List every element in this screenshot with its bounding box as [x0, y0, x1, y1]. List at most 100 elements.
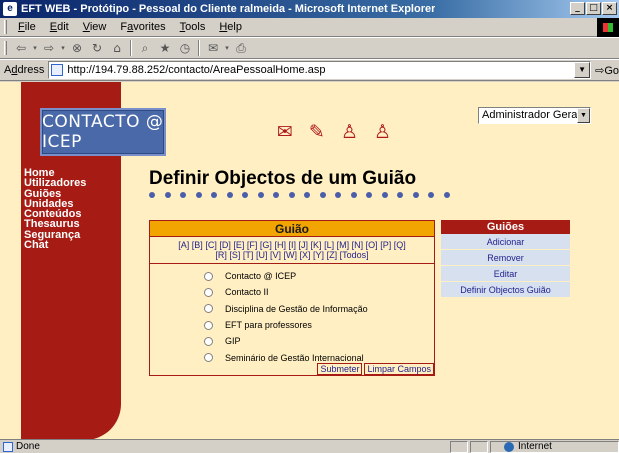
alphabet-link[interactable]: [L] [324, 240, 334, 250]
radio-button[interactable] [204, 271, 213, 281]
status-pane [470, 441, 488, 453]
envelope-icon[interactable]: ✉ [277, 121, 293, 143]
menu-view[interactable]: View [76, 21, 114, 33]
list-item: Disciplina de Gestão de Informação [204, 301, 368, 317]
alphabet-link[interactable]: [C] [205, 240, 217, 250]
status-bar: Done Internet [0, 439, 619, 453]
window-title-bar[interactable]: e EFT WEB - Protótipo - Pessoal do Clien… [0, 0, 619, 18]
radio-button[interactable] [204, 320, 213, 330]
alphabet-link[interactable]: [M] [337, 240, 350, 250]
alphabet-link[interactable]: [H] [274, 240, 286, 250]
stop-icon[interactable]: ⊗ [67, 39, 87, 57]
search-icon[interactable]: ⌕ [135, 39, 155, 57]
menu-file[interactable]: File [11, 21, 43, 33]
status-pane [450, 441, 468, 453]
nav-item-chat[interactable]: Chat [24, 239, 86, 250]
book-icon[interactable]: ✎ [309, 121, 325, 143]
toolbar-grip[interactable] [4, 20, 7, 34]
alphabet-link[interactable]: [W] [284, 250, 298, 260]
radio-button[interactable] [204, 287, 213, 297]
alphabet-link[interactable]: [K] [311, 240, 322, 250]
chevron-down-icon[interactable]: ▼ [577, 108, 590, 123]
go-arrow-icon: ⇨ [595, 64, 605, 77]
menu-tools[interactable]: Tools [173, 21, 213, 33]
alphabet-link[interactable]: [T] [243, 250, 254, 260]
guioes-define-objects-link[interactable]: Definir Objectos Guião [441, 282, 570, 298]
alphabet-link[interactable]: [V] [270, 250, 281, 260]
alphabet-link[interactable]: [U] [256, 250, 268, 260]
radio-button[interactable] [204, 353, 213, 363]
go-button[interactable]: ⇨Go [595, 64, 619, 77]
address-url: http://194.79.88.252/contacto/AreaPessoa… [67, 64, 326, 76]
maximize-button[interactable]: □ [586, 2, 601, 15]
alphabet-link[interactable]: [X] [300, 250, 311, 260]
menu-edit[interactable]: Edit [43, 21, 76, 33]
clear-button[interactable]: Limpar Campos [364, 363, 434, 375]
alphabet-link[interactable]: [N] [352, 240, 364, 250]
alphabet-link[interactable]: [D] [219, 240, 231, 250]
dropdown-arrow-icon[interactable]: ▾ [223, 39, 231, 57]
page-title: Definir Objectos de um Guião [149, 168, 417, 189]
guiao-actions: Submeter Limpar Campos [317, 363, 434, 375]
close-button[interactable]: × [602, 2, 617, 15]
submit-button[interactable]: Submeter [317, 363, 363, 375]
menu-favorites[interactable]: Favorites [113, 21, 172, 33]
dropdown-arrow-icon[interactable]: ▾ [31, 39, 39, 57]
guioes-remove-link[interactable]: Remover [441, 250, 570, 266]
home-icon[interactable]: ⌂ [107, 39, 127, 57]
people-icon[interactable]: ♙ [374, 121, 391, 143]
decorative-dot [195, 192, 202, 198]
alphabet-link[interactable]: [Q] [394, 240, 406, 250]
alphabet-link[interactable]: [Z] [327, 250, 338, 260]
security-zone: Internet [504, 441, 552, 452]
alphabet-link[interactable]: [O] [366, 240, 378, 250]
list-item: Contacto II [204, 284, 368, 300]
alphabet-link[interactable]: [S] [229, 250, 240, 260]
refresh-icon[interactable]: ↻ [87, 39, 107, 57]
browser-toolbar: ⇦ ▾ ⇨ ▾ ⊗ ↻ ⌂ ⌕ ★ ◷ ✉ ▾ ⎙ [0, 37, 619, 59]
user-select[interactable]: Administrador Geral ▼ [478, 107, 591, 124]
alphabet-link[interactable]: [I] [288, 240, 296, 250]
alphabet-filter: [A] [B] [C] [D] [E] [F] [G] [H] [I] [J] … [150, 237, 434, 264]
guioes-header: Guiões [441, 220, 570, 234]
alphabet-link[interactable]: [R] [215, 250, 227, 260]
decorative-dot [180, 192, 186, 198]
guioes-edit-link[interactable]: Editar [441, 266, 570, 282]
mail-icon[interactable]: ✉ [203, 39, 223, 57]
decorative-dot [211, 192, 217, 198]
alphabet-link[interactable]: [B] [192, 240, 203, 250]
left-margin [0, 82, 21, 439]
option-label: EFT para professores [225, 320, 312, 331]
minimize-button[interactable]: _ [570, 2, 585, 15]
alphabet-link[interactable]: [Todos] [340, 250, 369, 260]
print-icon[interactable]: ⎙ [231, 39, 251, 57]
favorites-icon[interactable]: ★ [155, 39, 175, 57]
menu-help[interactable]: Help [212, 21, 249, 33]
guioes-add-link[interactable]: Adicionar [441, 234, 570, 250]
alphabet-link[interactable]: [E] [233, 240, 244, 250]
person-icon[interactable]: ♙ [341, 121, 358, 143]
history-icon[interactable]: ◷ [175, 39, 195, 57]
alphabet-link[interactable]: [A] [178, 240, 189, 250]
page-icon [51, 64, 64, 76]
decorative-dot [226, 192, 233, 198]
alphabet-link[interactable]: [P] [380, 240, 391, 250]
address-input[interactable]: http://194.79.88.252/contacto/AreaPessoa… [48, 61, 592, 79]
decorative-dot [273, 192, 279, 198]
dropdown-arrow-icon[interactable]: ▾ [59, 39, 67, 57]
radio-button[interactable] [204, 336, 213, 346]
page-viewport[interactable]: Home Utilizadores Guiões Unidades Conteú… [0, 82, 619, 439]
radio-button[interactable] [204, 304, 213, 314]
alphabet-link[interactable]: [F] [247, 240, 258, 250]
forward-icon[interactable]: ⇨ [39, 39, 59, 57]
decorative-dot [242, 192, 248, 198]
alphabet-link[interactable]: [Y] [313, 250, 324, 260]
alphabet-link[interactable]: [G] [260, 240, 272, 250]
back-icon[interactable]: ⇦ [11, 39, 31, 57]
alphabet-link[interactable]: [J] [299, 240, 309, 250]
option-label: Seminário de Gestão Internacional [225, 352, 364, 363]
decorative-dot [304, 192, 310, 198]
address-dropdown-icon[interactable]: ▼ [574, 62, 591, 78]
decorative-dot [350, 192, 357, 198]
toolbar-grip[interactable] [4, 41, 7, 55]
